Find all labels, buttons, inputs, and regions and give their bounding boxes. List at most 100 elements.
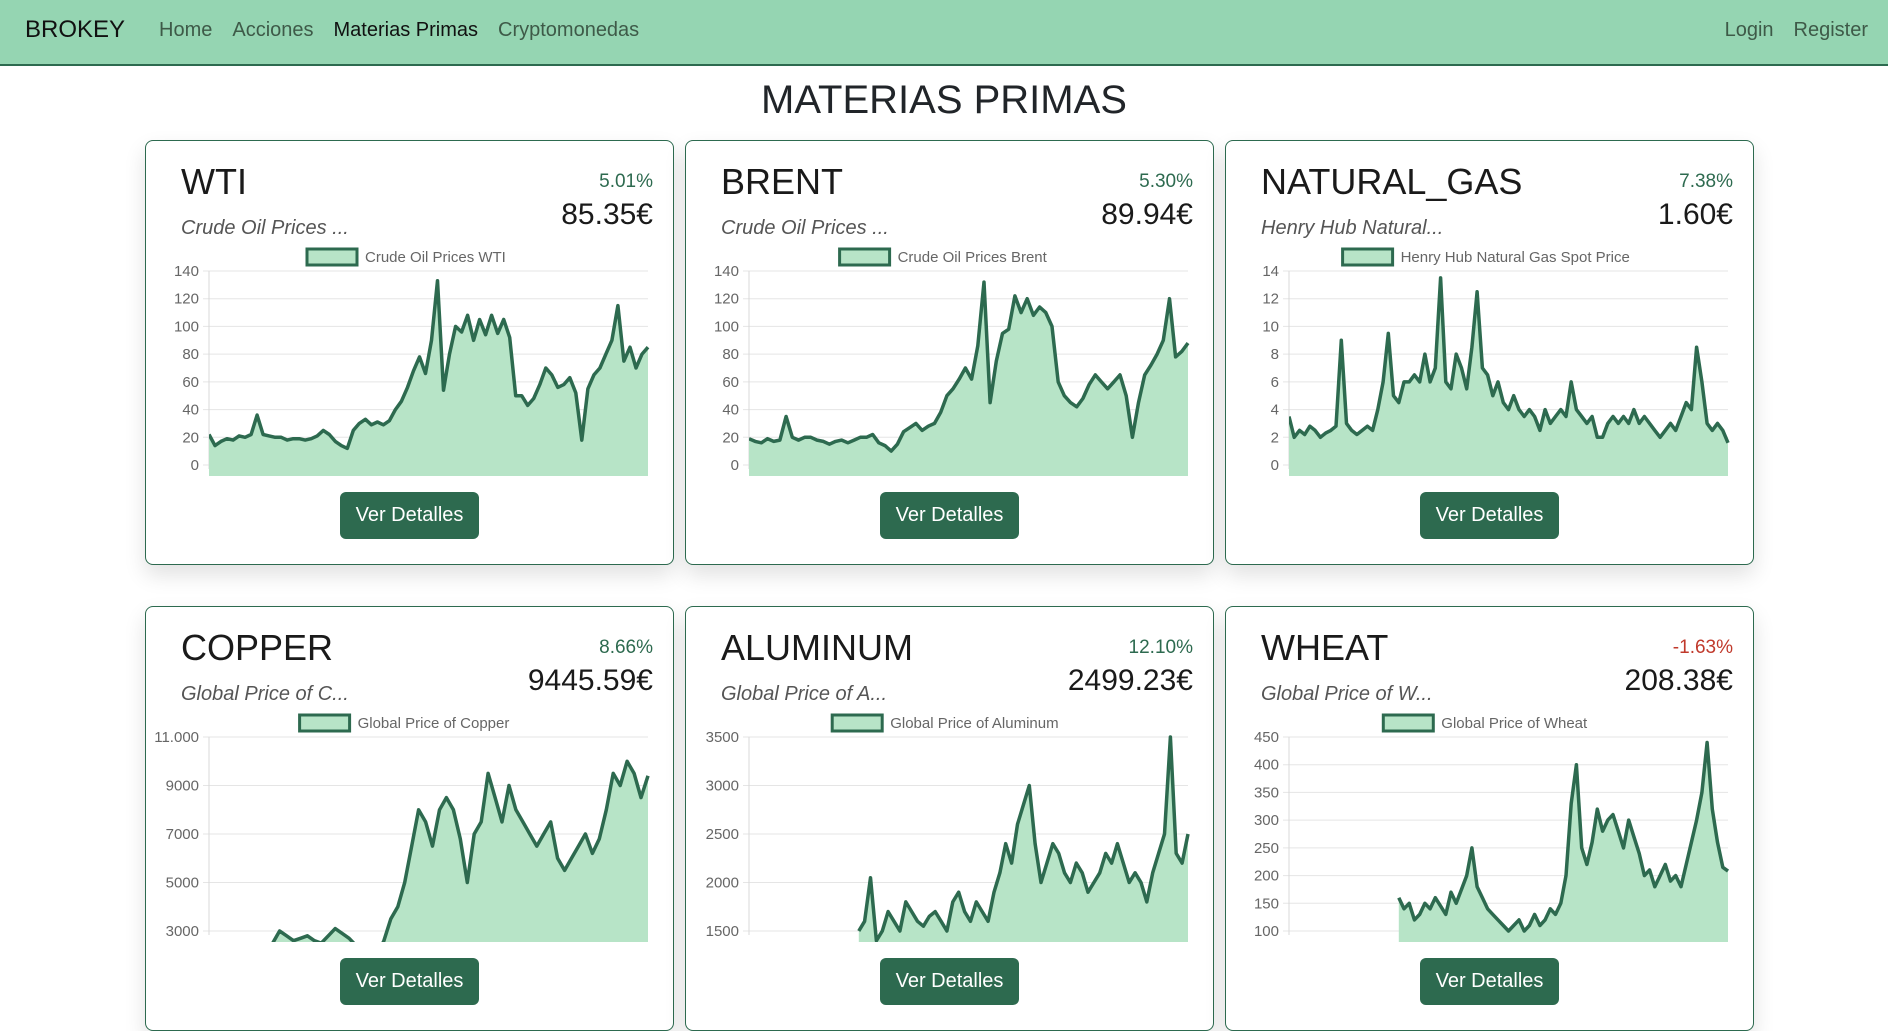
chart-legend: Global Price of Wheat [1381, 713, 1588, 733]
y-tick-label: 2 [1271, 429, 1279, 446]
ver-detalles-button[interactable]: Ver Detalles [880, 958, 1019, 1005]
commodity-card-aluminum: ALUMINUM Global Price of A... 12.10% 2499.2… [685, 606, 1214, 1031]
commodity-description: Global Price of A... [721, 683, 887, 705]
y-tick-label: 2500 [706, 826, 739, 843]
y-tick-label: 7000 [166, 826, 199, 843]
y-tick-label: 100 [1254, 923, 1279, 940]
commodity-card-copper: COPPER Global Price of C... 8.66% 9445.59€ G… [145, 606, 674, 1031]
y-tick-label: 6 [1271, 374, 1279, 391]
y-tick-label: 12 [1262, 291, 1279, 308]
commodity-description: Crude Oil Prices ... [721, 217, 889, 239]
commodity-name: WTI [181, 161, 247, 202]
legend-swatch [830, 713, 884, 733]
chart-legend: Crude Oil Prices WTI [305, 247, 506, 267]
price-change-percent: -1.63% [1672, 637, 1733, 658]
y-tick-label: 9000 [166, 778, 199, 795]
legend-swatch [838, 247, 892, 267]
commodity-description: Henry Hub Natural... [1261, 217, 1444, 239]
commodity-price: 2499.23€ [1067, 664, 1193, 697]
navbar: BROKEY Home Acciones Materias Primas Cry… [0, 0, 1888, 66]
y-tick-label: 450 [1254, 729, 1279, 746]
y-tick-label: 100 [714, 318, 739, 335]
y-tick-label: 11.000 [154, 729, 199, 746]
y-tick-label: 10 [1262, 318, 1279, 335]
ver-detalles-button[interactable]: Ver Detalles [1420, 492, 1559, 539]
y-tick-label: 3000 [166, 923, 199, 940]
commodity-name: COPPER [181, 627, 334, 668]
commodity-card-brent: BRENT Crude Oil Prices ... 5.30% 89.94€ Crud… [685, 140, 1214, 565]
nav-link-cryptomonedas[interactable]: Cryptomonedas [498, 19, 639, 42]
y-tick-label: 250 [1254, 840, 1279, 857]
commodity-price: 1.60€ [1657, 198, 1733, 231]
commodity-name: BRENT [721, 161, 844, 202]
y-tick-label: 80 [722, 346, 739, 363]
y-tick-label: 2000 [706, 875, 739, 892]
chart-legend: Henry Hub Natural Gas Spot Price [1341, 247, 1630, 267]
ver-detalles-button[interactable]: Ver Detalles [340, 958, 479, 1005]
series-area [273, 761, 648, 942]
y-tick-label: 300 [1254, 812, 1279, 829]
commodity-card-natural_gas: NATURAL_GAS Henry Hub Natural... 7.38% 1.60… [1225, 140, 1754, 565]
y-tick-label: 14 [1262, 263, 1279, 280]
commodity-name: ALUMINUM [721, 627, 914, 668]
legend-label: Global Price of Copper [358, 715, 510, 732]
y-tick-label: 8 [1271, 346, 1279, 363]
commodity-description: Global Price of W... [1261, 683, 1433, 705]
y-tick-label: 1500 [706, 923, 739, 940]
price-chart: Global Price of Wheat 450 400 350 300 250 200 1… [1254, 713, 1730, 942]
chart-legend: Global Price of Aluminum [830, 713, 1059, 733]
register-link[interactable]: Register [1794, 19, 1868, 42]
commodity-price: 9445.59€ [527, 664, 653, 697]
y-tick-label: 60 [722, 374, 739, 391]
ver-detalles-button[interactable]: Ver Detalles [340, 492, 479, 539]
y-tick-label: 120 [714, 291, 739, 308]
commodity-description: Global Price of C... [181, 683, 349, 705]
y-tick-label: 40 [182, 402, 199, 419]
price-chart: Global Price of Aluminum 3500 3000 2500 2000… [706, 713, 1190, 942]
commodity-name: NATURAL_GAS [1261, 161, 1523, 202]
y-tick-label: 3500 [706, 729, 739, 746]
commodity-price: 89.94€ [1101, 198, 1193, 231]
series-area [209, 280, 648, 476]
chart-legend: Global Price of Copper [298, 713, 510, 733]
legend-swatch [1381, 713, 1435, 733]
y-tick-label: 60 [182, 374, 199, 391]
y-tick-label: 0 [731, 457, 739, 474]
nav-link-home[interactable]: Home [159, 19, 212, 42]
legend-label: Global Price of Wheat [1441, 715, 1588, 732]
y-tick-label: 80 [182, 346, 199, 363]
legend-label: Crude Oil Prices Brent [898, 249, 1048, 266]
y-tick-label: 200 [1254, 868, 1279, 885]
ver-detalles-button[interactable]: Ver Detalles [1420, 958, 1559, 1005]
legend-label: Crude Oil Prices WTI [365, 249, 506, 266]
nav-links: Home Acciones Materias Primas Cryptomone… [159, 19, 659, 42]
series-area [1289, 277, 1728, 476]
nav-link-materias-primas[interactable]: Materias Primas [334, 19, 478, 42]
commodity-card-wti: WTI Crude Oil Prices ... 5.01% 85.35€ Crude … [145, 140, 674, 565]
page-title: MATERIAS PRIMAS [761, 78, 1127, 122]
price-change-percent: 12.10% [1128, 637, 1193, 658]
legend-label: Global Price of Aluminum [890, 715, 1058, 732]
commodity-name: WHEAT [1261, 627, 1389, 668]
commodity-card-wheat: WHEAT Global Price of W... -1.63% 208.38€ Gl… [1225, 606, 1754, 1031]
y-tick-label: 20 [182, 429, 199, 446]
y-tick-label: 4 [1271, 402, 1279, 419]
y-tick-label: 100 [174, 318, 199, 335]
nav-link-acciones[interactable]: Acciones [232, 19, 313, 42]
y-tick-label: 0 [191, 457, 199, 474]
nav-auth-links: Login Register [1705, 19, 1868, 42]
login-link[interactable]: Login [1725, 19, 1774, 42]
y-tick-label: 40 [722, 402, 739, 419]
y-tick-label: 400 [1254, 757, 1279, 774]
series-area [1398, 742, 1728, 942]
y-tick-label: 5000 [166, 875, 199, 892]
ver-detalles-button[interactable]: Ver Detalles [880, 492, 1019, 539]
commodity-price: 208.38€ [1624, 664, 1733, 697]
price-chart: Henry Hub Natural Gas Spot Price 14 12 10 8 6… [1262, 247, 1730, 476]
y-tick-label: 150 [1254, 895, 1279, 912]
price-change-percent: 8.66% [599, 637, 653, 658]
legend-swatch [305, 247, 359, 267]
y-tick-label: 3000 [706, 778, 739, 795]
legend-swatch [1341, 247, 1395, 267]
brand-logo[interactable]: BROKEY [25, 16, 125, 44]
